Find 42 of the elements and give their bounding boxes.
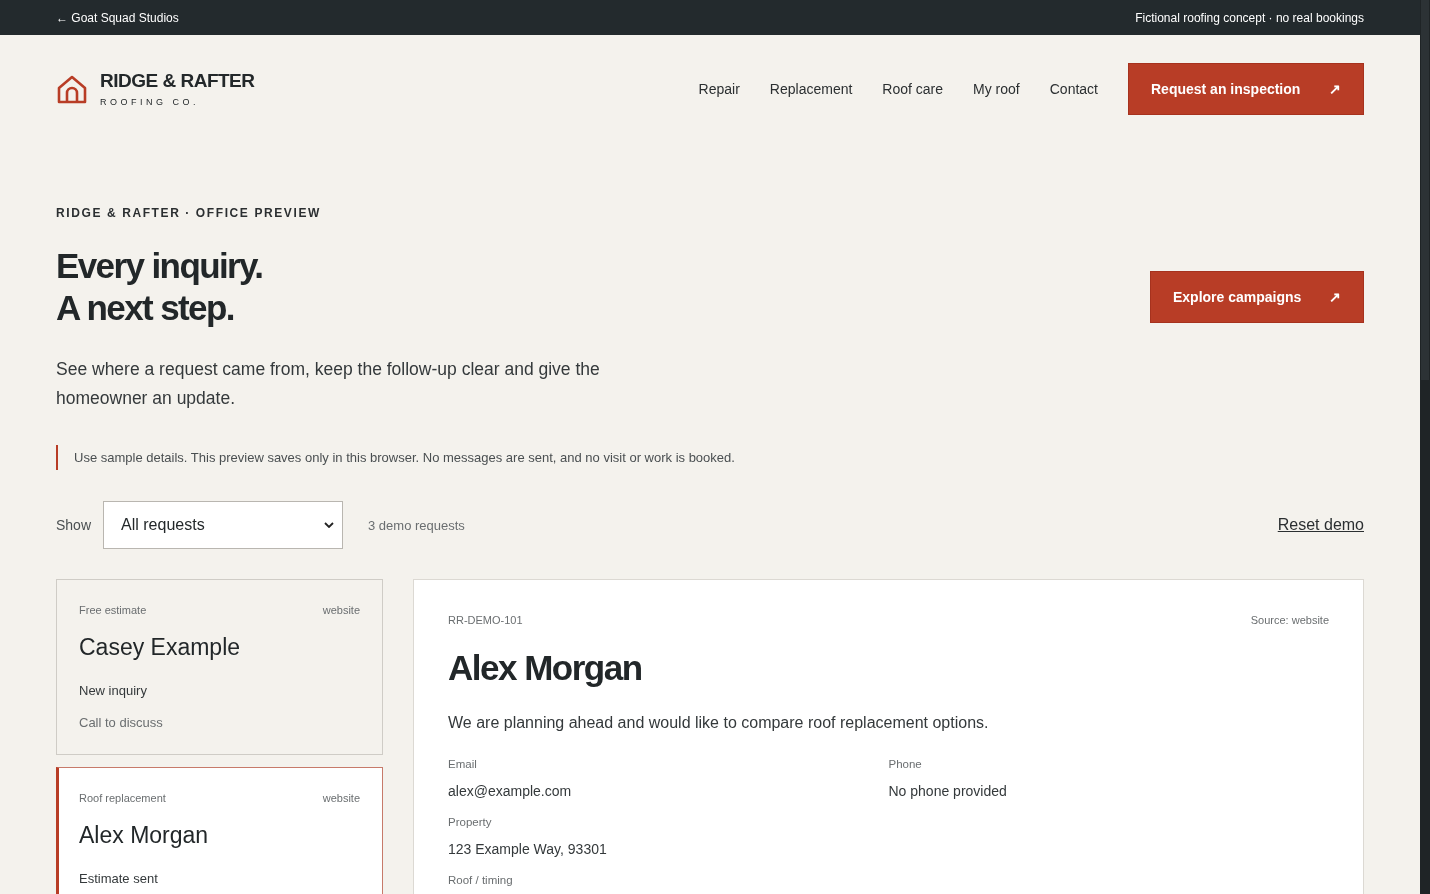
request-card[interactable]: Free estimate website Casey Example New inquiry Call to discuss bbox=[56, 579, 383, 755]
detail-name: Alex Morgan bbox=[448, 648, 643, 688]
request-source: Source: website bbox=[1250, 614, 1329, 626]
brand-tagline: ROOFING CO. bbox=[100, 97, 200, 107]
request-source: website bbox=[322, 792, 360, 804]
notice-callout: Use sample details. This preview saves only in this browser. No messages are sent, and no visit or work is booked. bbox=[56, 445, 1364, 470]
show-label: Show bbox=[56, 517, 92, 533]
request-name: Casey Example bbox=[79, 634, 242, 661]
hero-title: A next step. bbox=[56, 287, 235, 329]
request-card[interactable]: Roof replacement website Alex Morgan Estimate sent bbox=[56, 767, 383, 894]
hero-title: Every inquiry. bbox=[56, 245, 264, 287]
detail-message: We are planning ahead and would like to compare roof replacement options. bbox=[448, 714, 990, 732]
concept-note: Fictional roofing concept · no real bookings bbox=[1135, 10, 1364, 25]
request-inspection-button[interactable]: Request an inspection ↗ bbox=[1128, 62, 1364, 115]
request-name: Alex Morgan bbox=[79, 822, 210, 849]
field-label: Roof / timing bbox=[448, 874, 514, 886]
nav-link[interactable]: My roof bbox=[973, 80, 1020, 97]
request-next-step: Call to discuss bbox=[79, 715, 360, 730]
eyebrow-label: RIDGE & RAFTER · OFFICE PREVIEW bbox=[56, 206, 322, 220]
request-filter-select[interactable]: All requests bbox=[103, 501, 344, 549]
nav-link[interactable]: Repair bbox=[698, 80, 740, 97]
brand-name: RIDGE & RAFTER bbox=[100, 70, 255, 92]
field-label: Phone bbox=[888, 758, 923, 770]
intro-text: See where a request came from, keep the follow-up clear and give the homeowner an update. bbox=[56, 358, 601, 410]
field-value: alex@example.com bbox=[448, 783, 573, 799]
field-label: Email bbox=[448, 758, 478, 770]
request-type: Roof replacement bbox=[79, 792, 166, 804]
back-link[interactable]: ← Goat Squad Studios bbox=[56, 10, 179, 25]
field-label: Property bbox=[448, 816, 493, 828]
nav-link[interactable]: Contact bbox=[1049, 80, 1098, 97]
explore-campaigns-button[interactable]: Explore campaigns ↗ bbox=[1150, 271, 1364, 323]
field-value: 123 Example Way, 93301 bbox=[448, 841, 608, 857]
request-status: New inquiry bbox=[79, 683, 148, 698]
request-status: Estimate sent bbox=[79, 871, 159, 886]
request-type: Free estimate bbox=[79, 604, 147, 616]
field-value: No phone provided bbox=[888, 783, 1008, 799]
request-count: 3 demo requests bbox=[368, 517, 465, 533]
request-source: website bbox=[322, 604, 360, 616]
request-id: RR-DEMO-101 bbox=[448, 614, 523, 626]
nav-link[interactable]: Roof care bbox=[882, 80, 944, 97]
nav-link[interactable]: Replacement bbox=[769, 80, 853, 97]
reset-demo-link[interactable]: Reset demo bbox=[1277, 516, 1364, 534]
